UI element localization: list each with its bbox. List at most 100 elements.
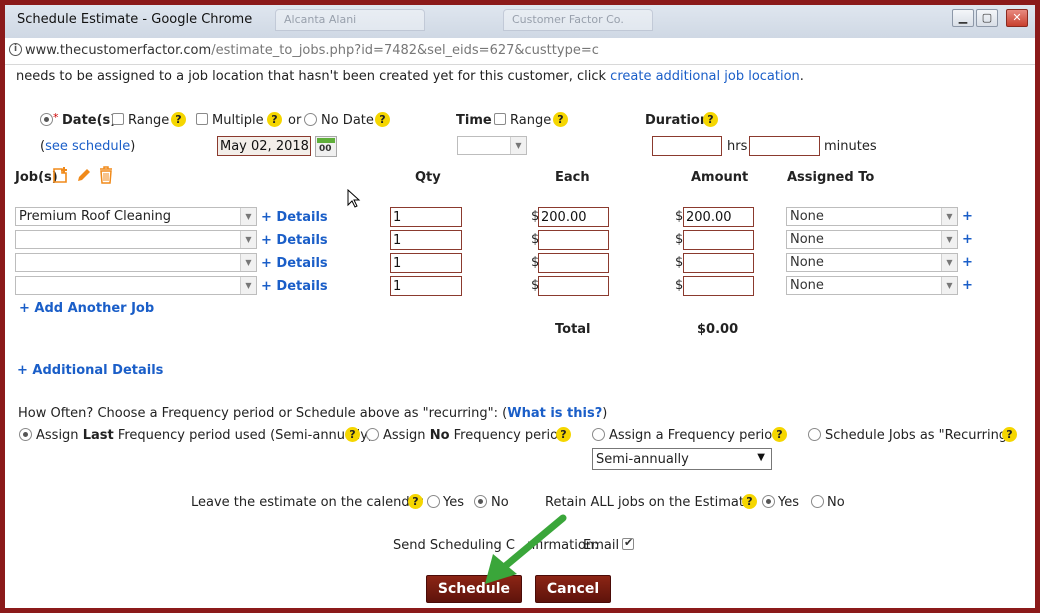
last-frequency-help-icon[interactable]: ? (345, 427, 360, 442)
url-host: www.thecustomerfactor.com (25, 43, 212, 58)
calendar-icon[interactable]: 00 (315, 136, 337, 157)
assign-last-frequency-label: Assign Last Frequency period used (Semi-… (36, 428, 373, 443)
each-input[interactable] (538, 276, 609, 296)
chevron-down-icon: ▼ (510, 137, 526, 154)
no-date-radio[interactable] (304, 113, 317, 126)
see-schedule-link[interactable]: see schedule (45, 139, 130, 154)
assign-frequency-help-icon[interactable]: ? (772, 427, 787, 442)
retain-jobs-yes-radio[interactable] (762, 495, 775, 508)
add-job-icon[interactable] (52, 166, 70, 184)
email-checkbox[interactable] (622, 536, 634, 550)
leave-on-calendar-label: Leave the estimate on the calendar (191, 495, 423, 510)
job-select[interactable]: ▼ (15, 253, 257, 272)
mouse-cursor-icon (347, 189, 361, 208)
yes-label: Yes (443, 495, 464, 510)
time-range-help-icon[interactable]: ? (553, 112, 568, 127)
close-icon[interactable]: ✕ (1006, 9, 1028, 27)
amount-input[interactable] (683, 253, 754, 273)
assigned-to-select[interactable]: None ▼ (786, 253, 958, 272)
time-select[interactable]: ▼ (457, 136, 527, 155)
annotation-arrow-icon (485, 514, 567, 584)
total-label: Total (555, 322, 591, 337)
qty-input[interactable] (390, 276, 462, 296)
duration-hours-input[interactable] (652, 136, 722, 156)
maximize-icon[interactable]: ▢ (976, 9, 998, 27)
url-text[interactable]: www.thecustomerfactor.com/estimate_to_jo… (25, 43, 599, 58)
dates-radio[interactable] (40, 113, 53, 126)
no-date-help-icon[interactable]: ? (375, 112, 390, 127)
retain-jobs-help-icon[interactable]: ? (742, 494, 757, 509)
add-assignee-button[interactable]: + (962, 209, 973, 224)
assigned-to-select[interactable]: None ▼ (786, 276, 958, 295)
calendar-number: 00 (319, 144, 332, 154)
amount-input[interactable] (683, 207, 754, 227)
opt-text: Frequency period (449, 428, 567, 443)
trash-icon[interactable] (98, 166, 114, 184)
amount-input[interactable] (683, 230, 754, 250)
chevron-down-icon: ▼ (941, 254, 957, 271)
date-range-help-icon[interactable]: ? (171, 112, 186, 127)
assign-a-frequency-radio[interactable] (592, 428, 605, 441)
leave-on-calendar-help-icon[interactable]: ? (408, 494, 423, 509)
info-icon[interactable]: i (9, 43, 22, 56)
job-select[interactable]: Premium Roof Cleaning ▼ (15, 207, 257, 226)
leave-on-calendar-no-radio[interactable] (474, 495, 487, 508)
job-details-link[interactable]: + Details (261, 210, 328, 225)
assigned-to-select[interactable]: None ▼ (786, 207, 958, 226)
or-label: or (288, 113, 302, 128)
calendar-header (317, 138, 335, 143)
assign-last-frequency-radio[interactable] (19, 428, 32, 441)
each-input[interactable] (538, 230, 609, 250)
pencil-icon[interactable] (75, 166, 93, 184)
qty-input[interactable] (390, 253, 462, 273)
date-multiple-help-icon[interactable]: ? (267, 112, 282, 127)
duration-label: Duration (645, 113, 710, 128)
job-select[interactable]: ▼ (15, 230, 257, 249)
chevron-down-icon: ▼ (240, 208, 256, 225)
date-range-checkbox[interactable] (112, 113, 124, 125)
assign-no-frequency-label: Assign No Frequency period (383, 428, 566, 443)
add-assignee-button[interactable]: + (962, 255, 973, 270)
what-is-this-link[interactable]: What is this? (507, 406, 602, 421)
add-assignee-button[interactable]: + (962, 232, 973, 247)
chevron-down-icon: ▼ (240, 277, 256, 294)
job-details-link[interactable]: + Details (261, 256, 328, 271)
job-details-link[interactable]: + Details (261, 279, 328, 294)
schedule-recurring-radio[interactable] (808, 428, 821, 441)
add-assignee-button[interactable]: + (962, 278, 973, 293)
frequency-period-select[interactable]: Semi-annually ▼ (592, 448, 772, 470)
assigned-to-select[interactable]: None ▼ (786, 230, 958, 249)
dates-label: Date(s) (62, 113, 117, 128)
paren-close: ) (130, 139, 136, 154)
additional-details-link[interactable]: + Additional Details (17, 363, 163, 378)
date-multiple-checkbox[interactable] (196, 113, 208, 125)
each-input[interactable] (538, 253, 609, 273)
background-tab: Customer Factor Co. (503, 9, 653, 31)
amount-input[interactable] (683, 276, 754, 296)
assigned-value: None (790, 278, 824, 293)
retain-jobs-no-radio[interactable] (811, 495, 824, 508)
each-input[interactable] (538, 207, 609, 227)
create-job-location-link[interactable]: create additional job location (610, 69, 800, 84)
job-select[interactable]: ▼ (15, 276, 257, 295)
add-another-job-link[interactable]: + Add Another Job (19, 301, 154, 316)
qty-input[interactable] (390, 207, 462, 227)
opt-text: Assign (383, 428, 430, 443)
recurring-help-icon[interactable]: ? (1002, 427, 1017, 442)
date-input[interactable] (217, 136, 311, 156)
time-label: Time (456, 113, 492, 128)
job-details-link[interactable]: + Details (261, 233, 328, 248)
minimize-icon[interactable]: ▁ (952, 9, 974, 27)
address-bar[interactable]: i www.thecustomerfactor.com/estimate_to_… (5, 38, 1035, 65)
assign-no-frequency-radio[interactable] (366, 428, 379, 441)
no-frequency-help-icon[interactable]: ? (556, 427, 571, 442)
chevron-down-icon: ▼ (240, 254, 256, 271)
paren-close: ) (602, 406, 608, 421)
duration-minutes-input[interactable] (749, 136, 820, 156)
leave-on-calendar-yes-radio[interactable] (427, 495, 440, 508)
qty-input[interactable] (390, 230, 462, 250)
frequency-question-text: How Often? Choose a Frequency period or … (18, 406, 508, 421)
title-bar: Alcanta Alani Customer Factor Co. Schedu… (5, 5, 1035, 38)
duration-help-icon[interactable]: ? (703, 112, 718, 127)
time-range-checkbox[interactable] (494, 113, 506, 125)
